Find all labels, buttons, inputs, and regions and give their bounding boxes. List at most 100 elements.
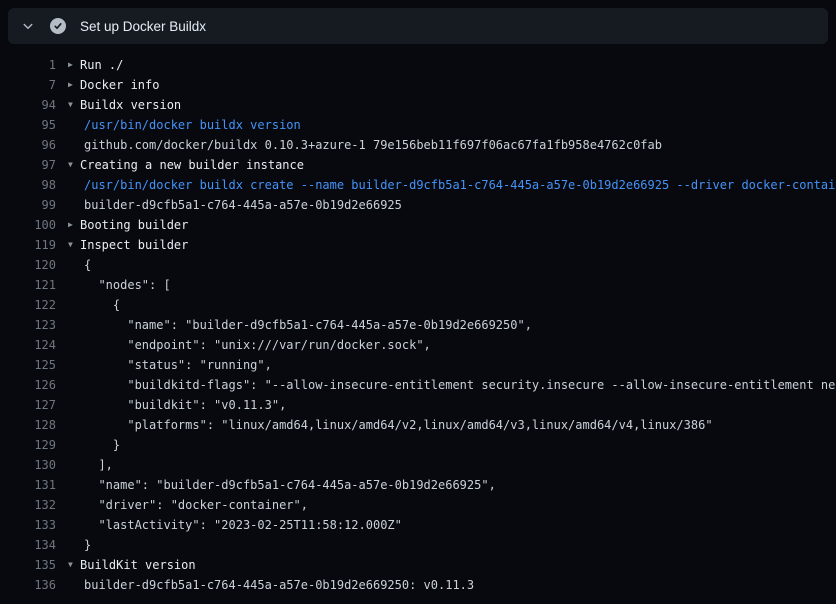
marker-spacer: [68, 355, 80, 375]
output-text: "endpoint": "unix:///var/run/docker.sock…: [84, 335, 431, 355]
log-line: 130 ],: [0, 455, 836, 475]
triangle-right-icon: ▶: [68, 75, 80, 95]
marker-spacer: [68, 415, 80, 435]
output-text: builder-d9cfb5a1-c764-445a-a57e-0b19d2e6…: [84, 575, 474, 595]
triangle-down-icon: ▼: [68, 235, 80, 255]
log-line: 136 builder-d9cfb5a1-c764-445a-a57e-0b19d…: [0, 575, 836, 595]
line-number[interactable]: 1: [0, 55, 56, 75]
line-number[interactable]: 100: [0, 215, 56, 235]
marker-spacer: [68, 515, 80, 535]
line-number[interactable]: 129: [0, 435, 56, 455]
line-number[interactable]: 132: [0, 495, 56, 515]
log-group-row[interactable]: 119 ▼Inspect builder: [0, 235, 836, 255]
marker-spacer: [68, 535, 80, 555]
line-number[interactable]: 134: [0, 535, 56, 555]
log-line: 126 "buildkitd-flags": "--allow-insecure…: [0, 375, 836, 395]
line-number[interactable]: 97: [0, 155, 56, 175]
check-circle-icon: [50, 18, 66, 34]
group-title: Buildx version: [80, 95, 181, 115]
command-text: /usr/bin/docker buildx version: [84, 115, 301, 135]
output-text: "lastActivity": "2023-02-25T11:58:12.000…: [84, 515, 402, 535]
log-line: 129 }: [0, 435, 836, 455]
log-line: 123 "name": "builder-d9cfb5a1-c764-445a-…: [0, 315, 836, 335]
log-group-row[interactable]: 100▶Booting builder: [0, 215, 836, 235]
log-line: 132 "driver": "docker-container",: [0, 495, 836, 515]
output-text: "buildkitd-flags": "--allow-insecure-ent…: [84, 375, 836, 395]
marker-spacer: [68, 295, 80, 315]
marker-spacer: [68, 495, 80, 515]
marker-spacer: [68, 275, 80, 295]
log-line: 122 {: [0, 295, 836, 315]
log-group-row[interactable]: 1 ▶Run ./: [0, 55, 836, 75]
marker-spacer: [68, 475, 80, 495]
group-title: Inspect builder: [80, 235, 188, 255]
line-number[interactable]: 125: [0, 355, 56, 375]
log-line: 134}: [0, 535, 836, 555]
line-number[interactable]: 127: [0, 395, 56, 415]
output-text: }: [84, 435, 120, 455]
chevron-down-icon[interactable]: [20, 18, 36, 34]
output-text: "status": "running",: [84, 355, 272, 375]
line-number[interactable]: 99: [0, 195, 56, 215]
log-group-row[interactable]: 94 ▼Buildx version: [0, 95, 836, 115]
group-title: Run ./: [80, 55, 123, 75]
line-number[interactable]: 131: [0, 475, 56, 495]
log-line: 98/usr/bin/docker buildx create --name b…: [0, 175, 836, 195]
line-number[interactable]: 122: [0, 295, 56, 315]
line-number[interactable]: 124: [0, 335, 56, 355]
line-number[interactable]: 136: [0, 575, 56, 595]
group-title: BuildKit version: [80, 555, 196, 575]
triangle-down-icon: ▼: [68, 155, 80, 175]
log-line: 125 "status": "running",: [0, 355, 836, 375]
step-header[interactable]: Set up Docker Buildx: [8, 8, 828, 44]
output-text: ],: [84, 455, 113, 475]
marker-spacer: [68, 435, 80, 455]
triangle-down-icon: ▼: [68, 555, 80, 575]
line-number[interactable]: 133: [0, 515, 56, 535]
triangle-right-icon: ▶: [68, 215, 80, 235]
line-number[interactable]: 126: [0, 375, 56, 395]
line-number[interactable]: 123: [0, 315, 56, 335]
log-group-row[interactable]: 7 ▶Docker info: [0, 75, 836, 95]
output-text: github.com/docker/buildx 0.10.3+azure-1 …: [84, 135, 662, 155]
line-number[interactable]: 96: [0, 135, 56, 155]
line-number[interactable]: 94: [0, 95, 56, 115]
line-number[interactable]: 130: [0, 455, 56, 475]
line-number[interactable]: 121: [0, 275, 56, 295]
group-title: Creating a new builder instance: [80, 155, 304, 175]
line-number[interactable]: 98: [0, 175, 56, 195]
marker-spacer: [68, 255, 80, 275]
marker-spacer: [68, 335, 80, 355]
marker-spacer: [68, 395, 80, 415]
output-text: "platforms": "linux/amd64,linux/amd64/v2…: [84, 415, 713, 435]
log-line: 131 "name": "builder-d9cfb5a1-c764-445a-…: [0, 475, 836, 495]
log-line: 124 "endpoint": "unix:///var/run/docker.…: [0, 335, 836, 355]
log-line: 96 github.com/docker/buildx 0.10.3+azure-…: [0, 135, 836, 155]
log-line: 120 {: [0, 255, 836, 275]
line-number[interactable]: 7: [0, 75, 56, 95]
group-title: Docker info: [80, 75, 159, 95]
marker-spacer: [68, 195, 80, 215]
log-group-row[interactable]: 97 ▼Creating a new builder instance: [0, 155, 836, 175]
log-line: 121 "nodes": [: [0, 275, 836, 295]
triangle-right-icon: ▶: [68, 55, 80, 75]
line-number[interactable]: 135: [0, 555, 56, 575]
triangle-down-icon: ▼: [68, 95, 80, 115]
log-line: 99builder-d9cfb5a1-c764-445a-a57e-0b19d2…: [0, 195, 836, 215]
line-number[interactable]: 95: [0, 115, 56, 135]
marker-spacer: [68, 455, 80, 475]
line-number[interactable]: 120: [0, 255, 56, 275]
log-lines: 1▶Run ./7▶Docker info94▼Buildx version95…: [0, 44, 836, 595]
line-number[interactable]: 128: [0, 415, 56, 435]
marker-spacer: [68, 135, 80, 155]
marker-spacer: [68, 575, 80, 595]
output-text: "name": "builder-d9cfb5a1-c764-445a-a57e…: [84, 475, 496, 495]
output-text: {: [84, 255, 91, 275]
log-line: 133 "lastActivity": "2023-02-25T11:58:12…: [0, 515, 836, 535]
line-number[interactable]: 119: [0, 235, 56, 255]
log-group-row[interactable]: 135 ▼BuildKit version: [0, 555, 836, 575]
output-text: "buildkit": "v0.11.3",: [84, 395, 286, 415]
output-text: }: [84, 535, 91, 555]
step-title: Set up Docker Buildx: [80, 19, 206, 34]
output-text: "driver": "docker-container",: [84, 495, 308, 515]
